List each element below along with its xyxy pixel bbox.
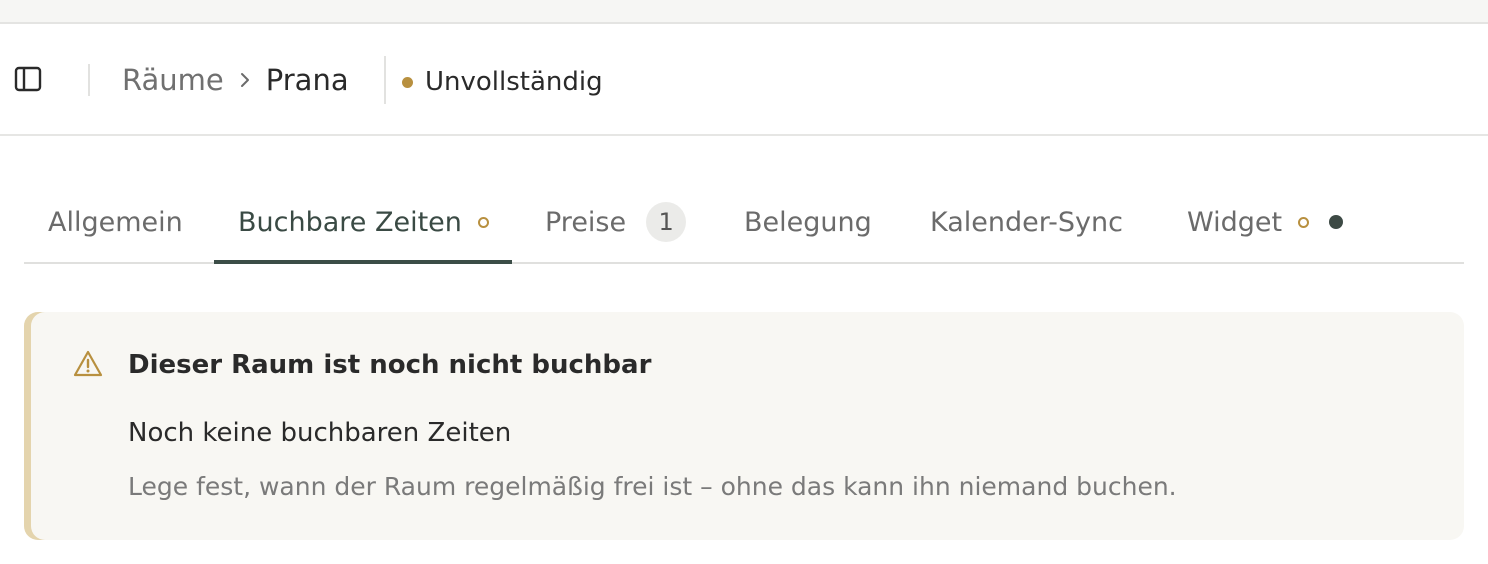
tab-buchbare-zeiten[interactable]: Buchbare Zeiten: [238, 182, 489, 262]
tab-label: Preise: [545, 206, 627, 238]
tab-label: Widget: [1187, 206, 1283, 238]
breadcrumb-current: Prana: [265, 63, 349, 97]
breadcrumb-parent-link[interactable]: Räume: [122, 63, 224, 97]
active-tab-underline: [214, 260, 512, 264]
top-strip: [0, 0, 1488, 24]
tab-preise[interactable]: Preise 1: [545, 182, 687, 262]
status-dot-icon: [402, 76, 413, 88]
tab-widget[interactable]: Widget: [1187, 182, 1344, 262]
tab-label: Buchbare Zeiten: [238, 206, 462, 238]
count-badge: 1: [646, 202, 687, 242]
chevron-right-icon: [238, 71, 252, 89]
tab-belegung[interactable]: Belegung: [744, 182, 872, 262]
incomplete-ring-icon: [477, 216, 489, 228]
alert-subtitle: Noch keine buchbaren Zeiten: [128, 418, 512, 448]
breadcrumb: Räume Prana: [122, 60, 349, 100]
status-dot-icon: [1329, 215, 1344, 229]
sidebar-panel-icon: [14, 65, 42, 97]
tab-kalender-sync[interactable]: Kalender-Sync: [930, 182, 1123, 262]
page-header: Räume Prana Unvollständig: [0, 24, 1488, 136]
status-label: Unvollständig: [425, 67, 603, 97]
header-divider: [88, 64, 90, 96]
header-divider: [384, 56, 386, 104]
sidebar-toggle-button[interactable]: [12, 65, 44, 97]
alert-description: Lege fest, wann der Raum regelmäßig frei…: [128, 472, 1177, 501]
tab-label: Kalender-Sync: [930, 206, 1123, 238]
status-badge: Unvollständig: [402, 64, 603, 100]
incomplete-ring-icon: [1298, 216, 1310, 228]
tab-label: Allgemein: [48, 206, 183, 238]
not-bookable-alert: Dieser Raum ist noch nicht buchbar Noch …: [24, 312, 1464, 540]
alert-title: Dieser Raum ist noch nicht buchbar: [128, 350, 652, 380]
warning-triangle-icon: [72, 348, 104, 380]
tab-allgemein[interactable]: Allgemein: [48, 182, 183, 262]
tab-label: Belegung: [744, 206, 872, 238]
tab-bar: Allgemein Buchbare Zeiten Preise 1 Beleg…: [24, 182, 1464, 264]
